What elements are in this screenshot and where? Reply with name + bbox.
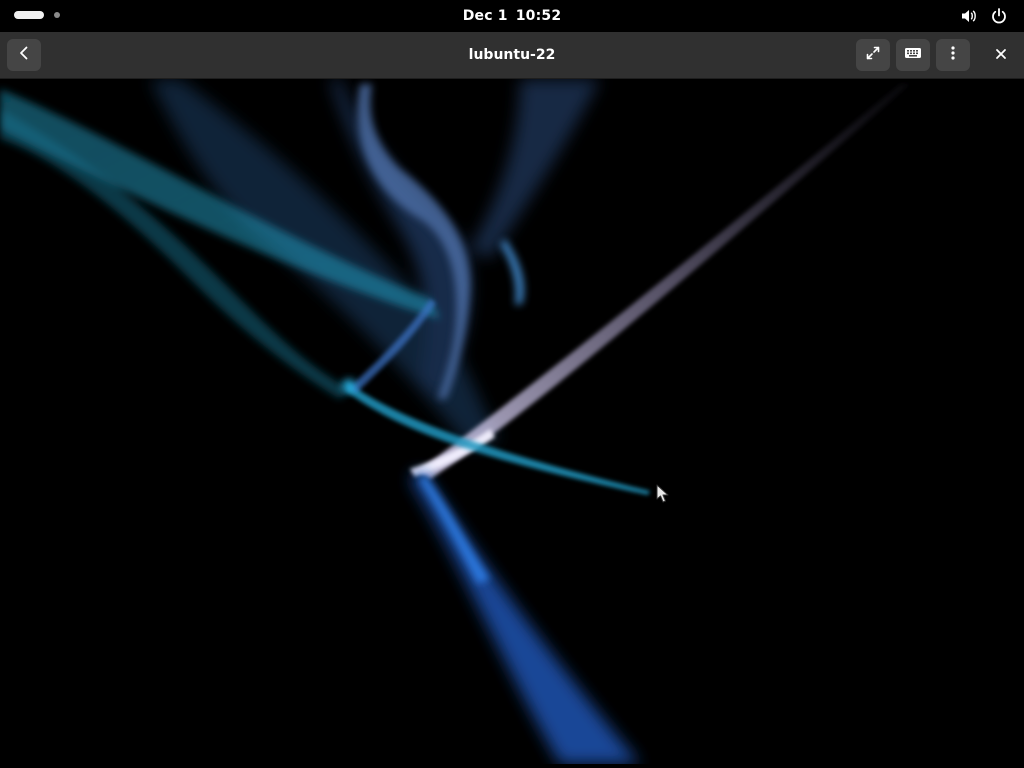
- keyboard-button[interactable]: [896, 39, 930, 71]
- keyboard-icon: [904, 45, 922, 65]
- clock-time: 10:52: [515, 8, 562, 24]
- clock[interactable]: Dec 1 10:52: [0, 0, 1024, 32]
- clock-date: Dec 1: [462, 8, 508, 24]
- volume-icon: [960, 7, 978, 25]
- close-icon: [994, 46, 1008, 65]
- close-button[interactable]: [984, 39, 1018, 71]
- mouse-pointer-icon: [656, 484, 670, 508]
- menu-icon: [945, 45, 961, 65]
- screensaver-wallpaper: [0, 79, 910, 764]
- window-header-bar: lubuntu-22: [0, 32, 1024, 79]
- remote-desktop-display[interactable]: [0, 79, 1024, 764]
- power-icon: [990, 7, 1008, 25]
- fullscreen-button[interactable]: [856, 39, 890, 71]
- top-bar: Dec 1 10:52: [0, 0, 1024, 32]
- fullscreen-icon: [865, 45, 881, 65]
- menu-button[interactable]: [936, 39, 970, 71]
- display-bottom-edge: [0, 764, 1024, 768]
- system-menu[interactable]: [960, 7, 1008, 25]
